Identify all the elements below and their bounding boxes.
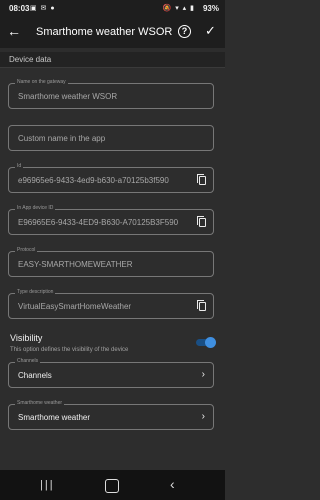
in-app-device-id-field: In App device ID E96965E6-9433-4ED9-B630… <box>8 205 214 235</box>
status-time: 08:03 <box>9 4 30 13</box>
status-bar: 08:03 ▣ ✉ ● 🔕 ▾ ▴ ▮ 93% <box>0 0 225 18</box>
gateway-name-value: Smarthome weather WSOR <box>18 92 118 101</box>
section-title: Device data <box>9 55 52 64</box>
type-description-field: Type description VirtualEasySmartHomeWea… <box>8 289 214 319</box>
battery-level: 93% <box>202 4 219 13</box>
copy-icon[interactable] <box>197 216 206 227</box>
app-bar: ← Smarthome weather WSOR ? ✓ <box>0 18 225 48</box>
gateway-name-field: Name on the gateway Smarthome weather WS… <box>8 79 214 109</box>
copy-icon[interactable] <box>197 300 206 311</box>
type-description-label: Type description <box>15 289 56 295</box>
home-icon[interactable] <box>105 479 119 493</box>
protocol-field: Protocol EASY-SMARTHOMEWEATHER <box>8 247 214 277</box>
nav-back-icon[interactable]: ‹ <box>170 476 175 492</box>
copy-icon[interactable] <box>197 174 206 185</box>
back-arrow-icon[interactable]: ← <box>7 23 21 39</box>
in-app-device-id-label: In App device ID <box>15 205 56 211</box>
type-description-value: VirtualEasySmartHomeWeather <box>18 302 132 311</box>
protocol-label: Protocol <box>15 247 38 253</box>
smarthome-weather-value: Smarthome weather <box>18 413 91 422</box>
checkmark-icon[interactable]: ✓ <box>205 23 216 39</box>
channels-label: Channels <box>15 358 41 364</box>
id-label: Id <box>15 163 24 169</box>
channels-select[interactable]: Channels Channels › <box>8 358 214 388</box>
signal-wifi-icons: 🔕 ▾ ▴ ▮ <box>162 5 195 12</box>
page-title: Smarthome weather WSOR <box>36 26 173 38</box>
id-value: e96965e6-9433-4ed9-b630-a70125b3f590 <box>18 176 169 185</box>
section-header: Device data <box>0 52 225 68</box>
custom-name-placeholder: Custom name in the app <box>18 134 106 143</box>
gateway-name-label: Name on the gateway <box>15 79 68 85</box>
protocol-value: EASY-SMARTHOMEWEATHER <box>18 260 133 269</box>
id-field: Id e96965e6-9433-4ed9-b630-a70125b3f590 <box>8 163 214 193</box>
visibility-toggle[interactable] <box>196 336 216 348</box>
visibility-description: This option defines the visibility of th… <box>10 347 129 353</box>
channels-value: Channels <box>18 371 52 380</box>
chevron-right-icon: › <box>201 369 205 380</box>
smarthome-weather-label: Smarthome weather <box>15 400 65 406</box>
custom-name-input[interactable]: Custom name in the app <box>8 125 214 151</box>
chevron-right-icon: › <box>201 411 205 422</box>
smarthome-weather-select[interactable]: Smarthome weather Smarthome weather › <box>8 400 214 430</box>
toggle-knob <box>205 336 216 348</box>
system-nav-bar: ||| ‹ <box>0 470 225 500</box>
notification-icons: ▣ ✉ ● <box>30 5 56 12</box>
visibility-title: Visibility <box>10 333 43 343</box>
help-icon[interactable]: ? <box>178 25 191 38</box>
in-app-device-id-value: E96965E6-9433-4ED9-B630-A70125B3F590 <box>18 218 179 227</box>
recents-icon[interactable]: ||| <box>40 479 55 491</box>
